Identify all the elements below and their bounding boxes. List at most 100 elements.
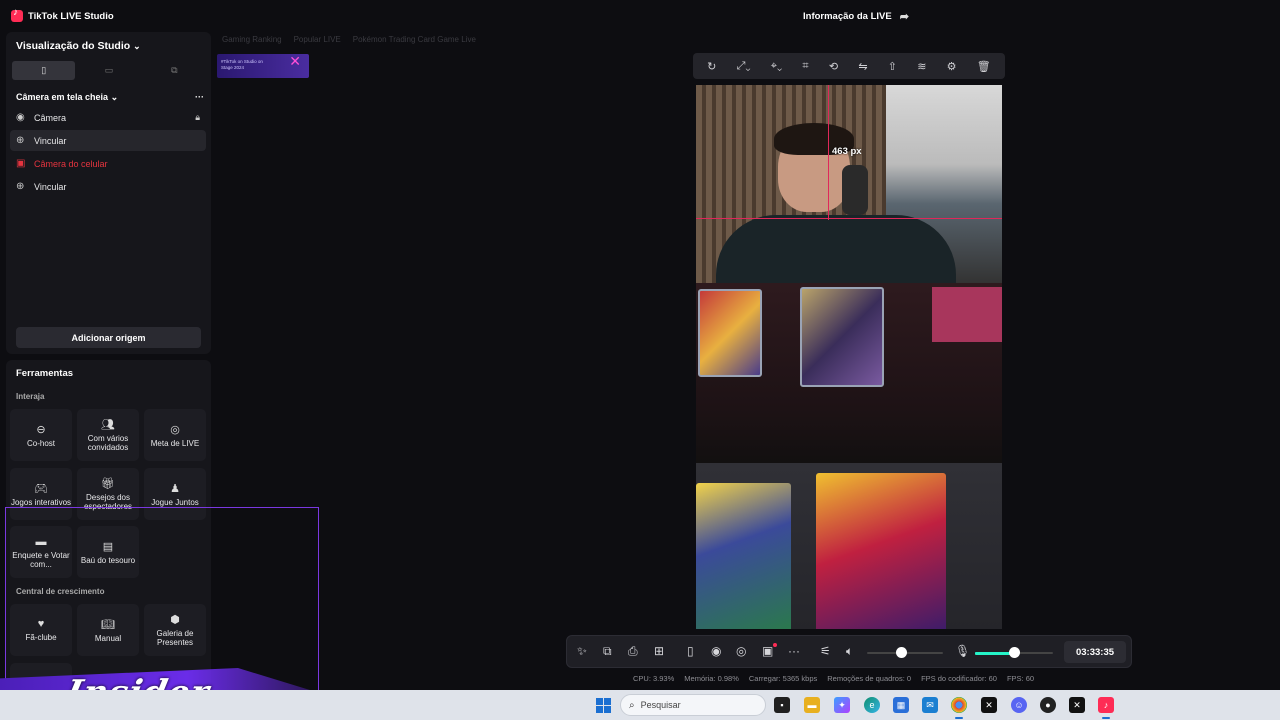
copilot-icon[interactable]: ✦ [834,697,850,713]
chip-popular-live[interactable]: Popular LIVE [294,35,341,44]
more-icon[interactable]: ··· [788,644,800,658]
landscape-mode-icon[interactable]: ▭ [77,61,140,80]
tool-gift-gallery[interactable]: ⬢ Galeria de Presentes [144,604,206,656]
mail-icon[interactable]: ✉ [922,697,938,713]
live-info-button[interactable]: Informação da LIVE ➦ [803,10,909,23]
flip-icon[interactable]: ⇋ [858,60,867,73]
portrait-mode-icon[interactable]: ▯ [12,61,76,80]
search-placeholder: Pesquisar [640,700,681,710]
store-icon[interactable]: ▦ [893,697,909,713]
speaker-icon[interactable]: 🔈︎ [846,644,853,659]
resize-icon[interactable]: ⤢⌄ [737,60,751,73]
chip-pokemon-tcg[interactable]: Pokémon Trading Card Game Live [353,35,476,44]
poll-icon: ▬ [35,535,47,548]
cpu-stat: CPU: 3.93% [633,674,675,683]
effects-icon[interactable]: ✨︎ [577,644,587,659]
tool-label: Manual [94,633,122,643]
gamepad-icon: 🎮︎ [34,482,48,495]
add-scene-icon[interactable]: ⊞ [654,644,664,658]
growth-section-label: Central de crescimento [16,587,105,596]
mixer-icon[interactable]: ⚟ [820,644,831,658]
chrome-icon[interactable] [951,697,967,713]
chip-gaming-ranking[interactable]: Gaming Ranking [222,35,282,44]
phone-camera-icon: ▣ [16,158,26,169]
volume-slider-knob[interactable] [896,647,908,658]
delete-icon[interactable]: 🗑︎ [977,60,991,73]
source-item-link[interactable]: ⊕ Vincular [10,130,206,151]
screenshot-icon[interactable]: ⎙ [628,644,638,659]
capcut-icon[interactable]: ✕ [981,697,997,713]
heart-icon: ♥ [37,618,45,630]
tool-multi-guest[interactable]: 👥︎ Com vários convidados [77,409,139,461]
link-icon: ⊖ [36,423,46,436]
tool-label: Com vários convidados [87,434,129,452]
task-view-icon[interactable]: ▪ [774,697,790,713]
microphone-icon[interactable]: 🎙︎ [955,644,970,658]
live-info-label: Informação da LIVE [803,11,892,22]
crop-icon[interactable]: ⌗ [802,60,808,73]
memory-stat: Memória: 0.98% [684,674,739,683]
clip-icon[interactable]: ▣ [762,644,773,658]
replay-icon[interactable]: ◎ [736,644,746,658]
globe-icon: ⊕ [16,135,25,146]
capcut-2-icon[interactable]: ✕ [1069,697,1085,713]
alignment-guide-vertical [828,85,829,220]
control-bar: ✨︎ ⧉ ⎙ ⊞ ▯ ◉ ◎ ▣ ··· ⚟ 🔈︎ 🎙︎ 03:33:35 [566,635,1132,668]
dual-mode-icon[interactable]: ⧉ [143,61,206,80]
share-icon: ➦ [899,11,909,23]
phone-icon[interactable]: ▯ [687,644,694,658]
joystick-icon: ♟ [170,482,180,495]
add-source-button[interactable]: Adicionar origem [16,327,201,348]
tool-poll[interactable]: ▬ Enquete e Votar com... [10,526,72,578]
tool-manual[interactable]: 📖︎ Manual [77,604,139,656]
tiktok-studio-icon[interactable]: ♪ [1098,697,1114,713]
chevron-down-icon: ⌄ [110,92,119,102]
more-options-icon[interactable]: ··· [195,92,204,103]
tiktok-active-indicator [1102,717,1110,719]
mic-slider-knob[interactable] [1009,647,1020,658]
windows-start-icon[interactable] [596,698,611,713]
tool-viewer-wishes[interactable]: 🎁︎ Desejos dos espectadores [77,468,139,520]
lock-icon[interactable]: 🔒︎ [195,112,200,123]
tool-interactive-games[interactable]: 🎮︎ Jogos interativos [10,468,72,520]
discord-icon[interactable]: ☺ [1011,697,1027,713]
tool-treasure-chest[interactable]: ▤ Baú do tesouro [77,526,139,578]
camera-feed [696,85,1002,295]
alignment-guide-horizontal [696,218,1002,219]
taskbar-search-input[interactable]: ⌕ Pesquisar [620,694,766,716]
recording-dot [773,643,777,647]
tool-play-together[interactable]: ♟ Jogue Juntos [144,468,206,520]
cards-feed [696,283,1002,463]
tool-label: Jogos interativos [10,497,72,507]
file-explorer-icon[interactable]: ▬ [804,697,820,713]
translate-icon[interactable]: ⧉ [603,644,612,659]
fps-stat: FPS: 60 [1006,674,1035,683]
gift-icon: 🎁︎ [101,478,115,490]
rotate-icon[interactable]: ⟲ [829,60,838,73]
obs-icon[interactable]: ● [1040,697,1056,713]
tool-co-host[interactable]: ⊖ Co-host [10,409,72,461]
edge-icon[interactable]: e [864,697,880,713]
settings-icon[interactable]: ⚙ [947,60,957,73]
layers-icon[interactable]: ≋ [917,60,926,73]
encoder-fps-stat: FPS do codificador: 60 [921,674,997,683]
source-item-phone-camera[interactable]: ▣ Câmera do celular [10,153,206,174]
studio-view-dropdown[interactable]: Visualização do Studio ⌄ [16,40,141,52]
globe-icon: ⊕ [16,181,25,192]
event-thumbnail[interactable]: #TikTok on Studio on Stage 2024 ✕ [217,54,309,78]
tool-live-goal[interactable]: ◎ Meta de LIVE [144,409,206,461]
tool-label: Enquete e Votar com... [12,550,70,569]
record-icon[interactable]: ◉ [711,644,721,658]
scene-selector[interactable]: Câmera em tela cheia ⌄ ··· [16,92,204,103]
position-icon[interactable]: ⌖⌄ [771,60,782,73]
live-preview[interactable]: 463 px [696,85,1002,629]
bring-forward-icon[interactable]: ⇧ [888,60,897,73]
source-item-link-2[interactable]: ⊕ Vincular [10,176,206,197]
chevron-down-icon: ⌄ [133,41,141,51]
refresh-icon[interactable]: ↻ [707,60,716,73]
tool-fan-club[interactable]: ♥ Fã-clube [10,604,72,656]
source-item-camera[interactable]: ◉ Câmera 🔒︎ [10,107,206,128]
source-label: Vincular [34,181,67,192]
tiktok-logo-icon [11,7,23,22]
source-label: Vincular [34,135,67,146]
